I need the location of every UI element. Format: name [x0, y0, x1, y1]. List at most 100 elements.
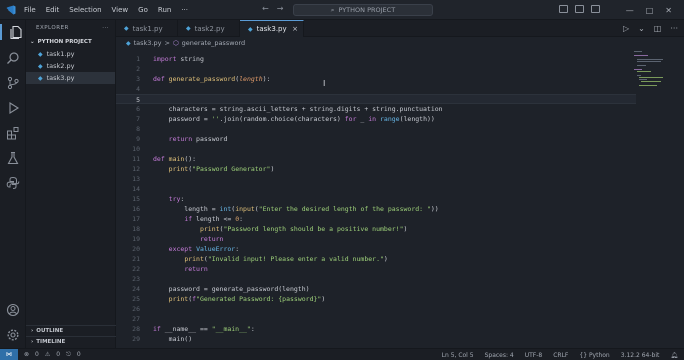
line-number: 22 [132, 265, 140, 273]
file-label: task3.py [46, 74, 75, 82]
breadcrumb-file[interactable]: task3.py [134, 39, 162, 47]
error-icon: ⊗ [24, 350, 30, 358]
timeline-section[interactable]: › TIMELINE [26, 336, 116, 347]
code-line: 4 [116, 84, 636, 94]
line-number: 29 [132, 335, 140, 343]
more-actions-icon[interactable]: ··· [670, 24, 678, 33]
run-debug-icon[interactable] [5, 100, 21, 116]
line-number: 4 [136, 85, 140, 93]
indentation[interactable]: Spaces: 4 [485, 352, 514, 359]
code-line: 19 return [116, 234, 636, 244]
line-number: 6 [136, 105, 140, 113]
line-number: 16 [132, 205, 140, 213]
run-file-icon[interactable]: ▷ [623, 24, 629, 33]
source-control-icon[interactable] [5, 75, 21, 91]
code-line: 13 [116, 174, 636, 184]
menu-edit[interactable]: Edit [46, 6, 60, 14]
menu-view[interactable]: View [112, 6, 129, 14]
error-count: 0 [35, 350, 39, 358]
explorer-icon[interactable] [0, 24, 26, 40]
toggle-secondary-sidebar-icon[interactable] [591, 5, 600, 13]
line-ending[interactable]: CRLF [553, 352, 568, 359]
run-dropdown-icon[interactable]: ⌄ [638, 24, 645, 33]
chevron-right-icon: › [31, 339, 34, 345]
tab-task2[interactable]: ◆ task2.py [178, 20, 240, 37]
file-item-task2[interactable]: ◆ task2.py [26, 60, 115, 72]
forward-arrow-icon[interactable]: → [277, 4, 284, 13]
minimap[interactable] [634, 49, 664, 89]
menu-selection[interactable]: Selection [69, 6, 101, 14]
menu-file[interactable]: File [24, 6, 36, 14]
code-editor[interactable]: 1 import string 2 3 def generate_password(… [116, 49, 684, 348]
close-window-icon[interactable]: ✕ [665, 6, 672, 15]
code-line: 6 characters = string.ascii_letters + st… [116, 104, 636, 114]
tab-label: task1.py [132, 24, 163, 33]
code-text: print("Password Generator") [168, 165, 275, 173]
folder-python-project[interactable]: ⌄ PYTHON PROJECT [26, 36, 115, 48]
python-file-icon: ◆ [38, 62, 43, 70]
cursor-position[interactable]: Ln 5, Col 5 [442, 352, 474, 359]
ports-icon: ⎋ [66, 350, 71, 358]
status-right: Ln 5, Col 5 Spaces: 4 UTF-8 CRLF {} Pyth… [442, 349, 678, 360]
line-number: 28 [132, 325, 140, 333]
file-item-task3[interactable]: ◆ task3.py [26, 72, 115, 84]
split-editor-icon[interactable]: ◫ [654, 24, 662, 33]
file-item-task1[interactable]: ◆ task1.py [26, 48, 115, 60]
explorer-sidebar: EXPLORER ··· ⌄ PYTHON PROJECT ◆ task1.py… [26, 20, 116, 348]
extensions-icon[interactable] [5, 125, 21, 141]
code-line: 25 print(f"Generated Password: {password… [116, 294, 636, 304]
language-mode[interactable]: {} Python [579, 352, 609, 359]
account-icon[interactable] [5, 302, 21, 318]
explorer-more-icon[interactable]: ··· [102, 25, 109, 31]
vscode-logo-icon [6, 5, 16, 14]
maximize-icon[interactable]: □ [646, 6, 654, 15]
python-interpreter[interactable]: 3.12.2 64-bit [621, 352, 660, 359]
problems-summary[interactable]: ⊗ 0 ⚠ 0 ⎋ 0 [24, 351, 81, 359]
tab-task1[interactable]: ◆ task1.py [116, 20, 178, 37]
chevron-right-icon: › [31, 328, 34, 334]
code-line: 1 import string [116, 54, 636, 64]
toggle-panel-icon[interactable] [575, 5, 584, 13]
close-tab-icon[interactable]: × [292, 25, 298, 33]
code-line: 12 print("Password Generator") [116, 164, 636, 174]
toggle-sidebar-icon[interactable] [559, 5, 568, 13]
breadcrumb-symbol[interactable]: generate_password [182, 39, 246, 47]
line-number: 18 [132, 225, 140, 233]
line-number: 3 [136, 75, 140, 83]
minimize-icon[interactable]: — [626, 6, 634, 15]
menu-more[interactable]: ··· [181, 6, 188, 14]
back-arrow-icon[interactable]: ← [262, 4, 269, 13]
notifications-bell-icon[interactable]: 🔔︎ [670, 352, 678, 359]
code-text: print("Password length should be a posit… [199, 225, 408, 233]
explorer-title: EXPLORER [36, 25, 69, 31]
python-icon[interactable] [5, 175, 21, 191]
code-text: password = ''.join(random.choice(charact… [153, 115, 435, 123]
code-text: if length <= 0: [184, 215, 244, 223]
settings-gear-icon[interactable] [5, 327, 21, 343]
line-number: 24 [132, 285, 140, 293]
code-text: return [184, 265, 208, 273]
outline-section[interactable]: › OUTLINE [26, 325, 116, 336]
code-text: print(f"Generated Password: {password}") [168, 295, 326, 303]
code-line: 26 [116, 304, 636, 314]
search-activity-icon[interactable] [5, 50, 21, 66]
remote-indicator-icon[interactable]: ⋈ [0, 348, 18, 360]
code-line: 17 if length <= 0: [116, 214, 636, 224]
code-line: 21 print("Invalid input! Please enter a … [116, 254, 636, 264]
python-file-icon: ◆ [248, 25, 253, 33]
command-center-search[interactable]: ⌕ PYTHON PROJECT [293, 4, 433, 16]
tab-task3[interactable]: ◆ task3.py × [240, 20, 304, 37]
file-encoding[interactable]: UTF-8 [525, 352, 543, 359]
line-number: 8 [136, 125, 140, 133]
code-line: 22 return [116, 264, 636, 274]
menu-go[interactable]: Go [138, 6, 148, 14]
code-line: 24 password = generate_password(length) [116, 284, 636, 294]
code-line-current: 5 [116, 94, 636, 105]
line-number: 12 [132, 165, 140, 173]
code-line: 23 [116, 274, 636, 284]
testing-icon[interactable] [5, 150, 21, 166]
code-text: return password [168, 135, 228, 143]
code-line: 16 length = int(input("Enter the desired… [116, 204, 636, 214]
code-text: import string [153, 55, 204, 63]
menu-run[interactable]: Run [158, 6, 171, 14]
